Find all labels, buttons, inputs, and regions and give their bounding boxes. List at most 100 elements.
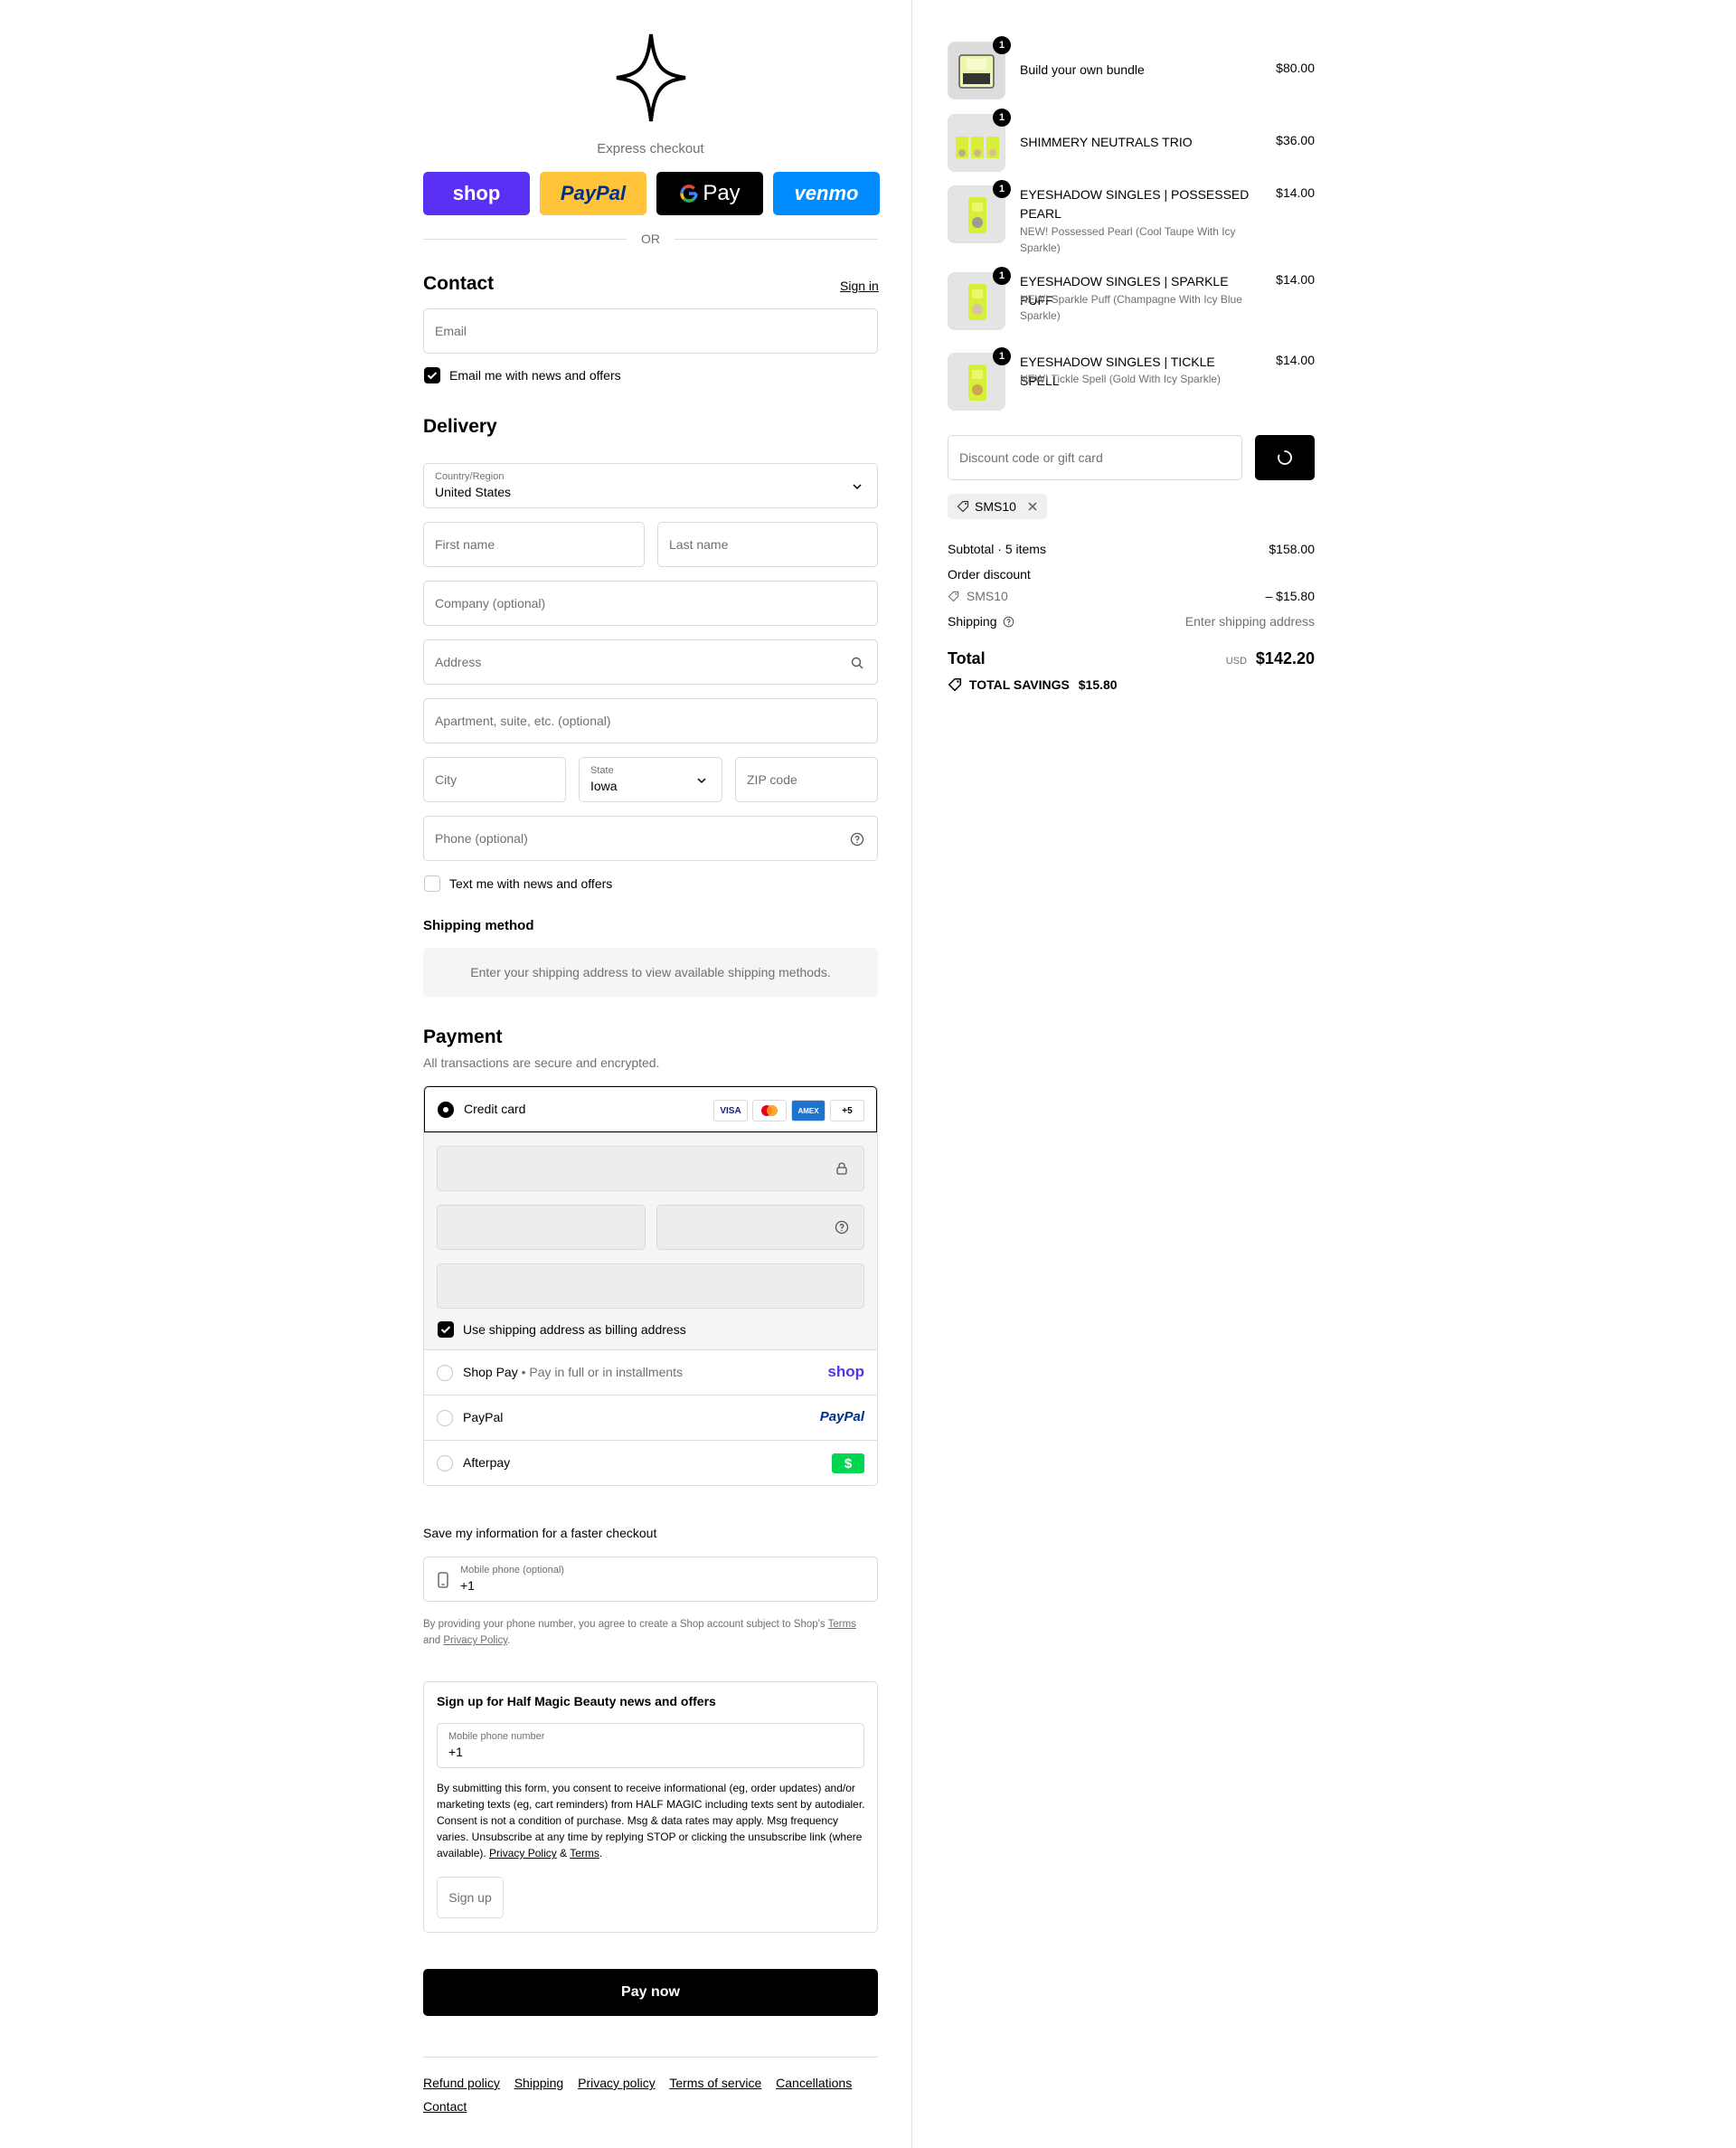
item-variant: NEW! Tickle Spell (Gold With Icy Sparkle… [1020, 373, 1222, 385]
credit-card-radio[interactable] [438, 1102, 454, 1118]
shop-pay-express-button[interactable]: shop [423, 172, 530, 215]
signup-phone-input[interactable]: Mobile phone number +1 [437, 1723, 864, 1768]
delivery-heading: Delivery [423, 416, 497, 437]
total-value: $142.20 [1255, 649, 1315, 667]
name-on-card-field[interactable] [437, 1263, 864, 1309]
help-circle-icon[interactable] [1003, 616, 1014, 628]
apartment-input[interactable]: Apartment, suite, etc. (optional) [423, 698, 878, 743]
sign-in-link[interactable]: Sign in [840, 279, 879, 293]
checkmark-icon [440, 1326, 451, 1334]
afterpay-logo: $ [832, 1453, 864, 1473]
lock-icon [836, 1162, 847, 1175]
signup-privacy-link[interactable]: Privacy Policy [489, 1847, 557, 1859]
signup-consent: By submitting this form, you consent to … [437, 1780, 866, 1861]
footer-links: Refund policy Shipping Privacy policy Te… [423, 2071, 878, 2118]
pay-now-button[interactable]: Pay now [423, 1969, 878, 2016]
order-discount-row: Order discount [948, 567, 1315, 582]
state-select[interactable]: State Iowa [579, 757, 722, 802]
close-icon[interactable] [1027, 501, 1038, 512]
state-value: Iowa [590, 779, 618, 793]
apply-discount-button[interactable] [1255, 435, 1315, 480]
item-price: $80.00 [1276, 61, 1315, 75]
phone-input[interactable]: Phone (optional) [423, 816, 878, 861]
order-discount-label: Order discount [948, 567, 1031, 582]
or-label: OR [641, 232, 660, 246]
card-number-field[interactable] [437, 1146, 864, 1191]
applied-code-tag: SMS10 [948, 494, 1047, 519]
save-disclaimer-text: By providing your phone number, you agre… [423, 1619, 826, 1630]
privacy-policy-link[interactable]: Privacy policy [578, 2076, 656, 2090]
quantity-badge: 1 [993, 109, 1011, 127]
email-input[interactable]: Email [423, 308, 878, 354]
discount-code-row: SMS10 – $15.80 [948, 589, 1315, 603]
loading-spinner-icon [1278, 450, 1292, 465]
text-news-checkbox[interactable] [424, 875, 440, 892]
contact-link[interactable]: Contact [423, 2099, 467, 2114]
amex-icon: AMEX [791, 1100, 826, 1121]
cart-item: 1 EYESHADOW SINGLES | TICKLE SPELL NEW! … [948, 347, 1315, 411]
zip-input[interactable]: ZIP code [735, 757, 878, 802]
last-name-placeholder: Last name [669, 537, 729, 552]
first-name-input[interactable]: First name [423, 522, 645, 567]
save-phone-label: Mobile phone (optional) [460, 1565, 564, 1576]
item-price: $14.00 [1276, 353, 1315, 367]
address-input[interactable]: Address [423, 639, 878, 685]
refund-policy-link[interactable]: Refund policy [423, 2076, 500, 2090]
terms-of-service-link[interactable]: Terms of service [669, 2076, 761, 2090]
help-circle-icon[interactable] [835, 1220, 849, 1235]
payment-subtitle: All transactions are secure and encrypte… [423, 1055, 660, 1070]
subtotal-row: Subtotal · 5 items $158.00 [948, 542, 1315, 556]
cart-item: 1 SHIMMERY NEUTRALS TRIO $36.00 [948, 109, 1315, 172]
discount-placeholder: Discount code or gift card [959, 450, 1103, 465]
google-pay-express-button[interactable]: Pay [656, 172, 763, 215]
paypal-option[interactable]: PayPal PayPal [424, 1395, 877, 1440]
quantity-badge: 1 [993, 347, 1011, 365]
total-savings-row: TOTAL SAVINGS $15.80 [948, 677, 1315, 692]
company-input[interactable]: Company (optional) [423, 581, 878, 626]
paypal-radio[interactable] [437, 1410, 453, 1426]
afterpay-radio[interactable] [437, 1455, 453, 1471]
visa-icon: VISA [713, 1100, 748, 1121]
shop-privacy-link[interactable]: Privacy Policy [443, 1635, 507, 1646]
chevron-down-icon [853, 484, 862, 490]
cancellations-link[interactable]: Cancellations [776, 2076, 852, 2090]
checkmark-icon [427, 372, 438, 380]
paypal-logo: PayPal [819, 1409, 864, 1424]
city-input[interactable]: City [423, 757, 566, 802]
signup-button[interactable]: Sign up [437, 1877, 504, 1918]
help-circle-icon[interactable] [850, 832, 864, 847]
text-news-label: Text me with news and offers [449, 876, 613, 891]
more-cards-badge: +5 [830, 1100, 864, 1121]
footer-divider [423, 2057, 878, 2058]
shop-pay-radio[interactable] [437, 1365, 453, 1381]
discount-code-input[interactable]: Discount code or gift card [948, 435, 1242, 480]
savings-value: $15.80 [1078, 677, 1118, 692]
mobile-phone-icon [438, 1572, 448, 1588]
credit-card-label: Credit card [464, 1102, 526, 1116]
security-code-field[interactable] [656, 1205, 864, 1250]
shop-pay-option[interactable]: Shop Pay • Pay in full or in installment… [424, 1349, 877, 1395]
shipping-link[interactable]: Shipping [514, 2076, 564, 2090]
expiration-field[interactable] [437, 1205, 646, 1250]
country-select[interactable]: Country/Region United States [423, 463, 878, 508]
signup-terms-link[interactable]: Terms [570, 1847, 599, 1859]
save-disclaimer-period: . [507, 1635, 511, 1646]
credit-card-option[interactable]: Credit card VISA AMEX +5 [424, 1086, 877, 1132]
afterpay-option[interactable]: Afterpay $ [424, 1440, 877, 1485]
google-pay-label: Pay [703, 181, 741, 205]
cart-item: 1 EYESHADOW SINGLES | POSSESSED PEARL NE… [948, 180, 1315, 258]
shop-terms-link[interactable]: Terms [828, 1619, 856, 1630]
discount-code-label: SMS10 [966, 589, 1008, 603]
paypal-express-button[interactable]: PayPal [540, 172, 646, 215]
last-name-input[interactable]: Last name [657, 522, 878, 567]
google-g-icon [680, 185, 699, 203]
email-news-checkbox[interactable] [424, 367, 440, 383]
venmo-express-button[interactable]: venmo [773, 172, 880, 215]
mastercard-icon [752, 1100, 787, 1121]
billing-same-checkbox[interactable] [438, 1321, 454, 1338]
save-phone-input[interactable]: Mobile phone (optional) +1 [423, 1557, 878, 1602]
item-name: Build your own bundle [1020, 62, 1145, 77]
shop-pay-label: shop [452, 182, 501, 204]
signup-heading: Sign up for Half Magic Beauty news and o… [437, 1694, 716, 1708]
shipping-method-heading: Shipping method [423, 918, 534, 933]
